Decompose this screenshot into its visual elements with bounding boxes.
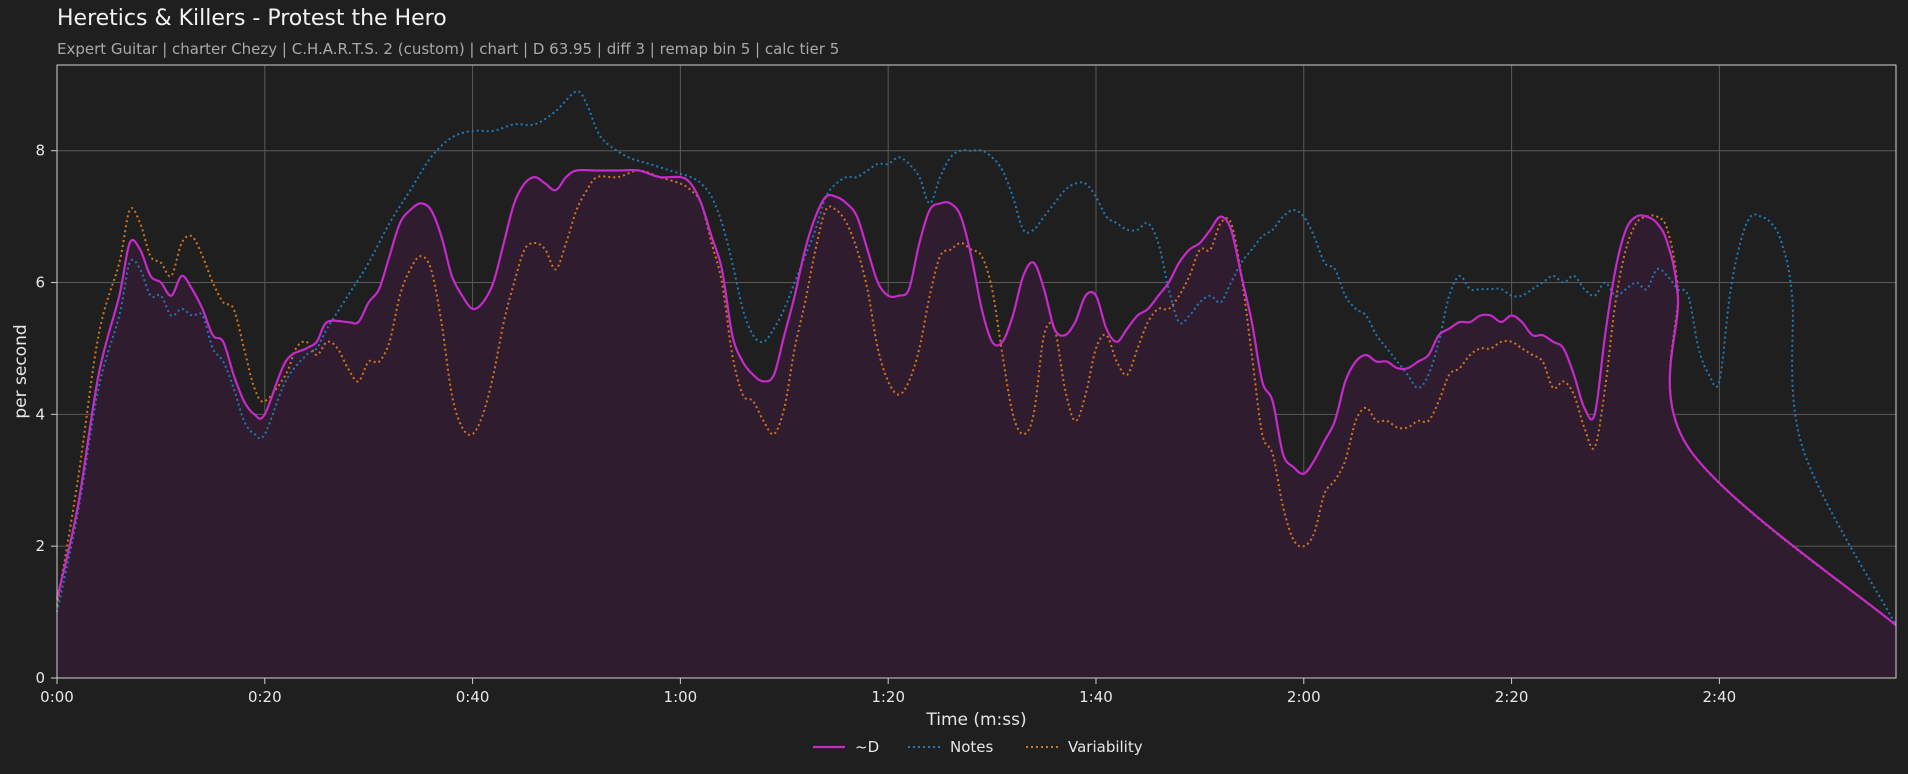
- legend-label-notes: Notes: [950, 738, 994, 756]
- y-tick-label: 2: [35, 537, 45, 555]
- y-tick-label: 0: [35, 669, 45, 687]
- x-axis: 0:00 0:20 0:40 1:00 1:20 1:40 2:00 2:20 2:40: [40, 678, 1736, 706]
- y-tick-label: 6: [35, 274, 45, 292]
- x-tick-label: 0:20: [248, 688, 282, 706]
- y-axis-label: per second: [11, 324, 31, 418]
- x-tick-label: 0:40: [456, 688, 490, 706]
- x-axis-label: Time (m:ss): [925, 710, 1026, 730]
- chart-canvas: 0:00 0:20 0:40 1:00 1:20 1:40 2:00 2:20 2:40 0 2 4…: [11, 64, 1897, 756]
- x-tick-label: 1:00: [664, 688, 698, 706]
- x-tick-label: 2:00: [1287, 688, 1321, 706]
- x-tick-label: 0:00: [40, 688, 74, 706]
- legend-label-variability: Variability: [1068, 738, 1143, 756]
- y-tick-label: 4: [35, 405, 45, 423]
- x-tick-label: 1:20: [871, 688, 905, 706]
- legend: ~D Notes Variability: [813, 738, 1143, 756]
- x-tick-label: 2:40: [1703, 688, 1737, 706]
- x-tick-label: 1:40: [1079, 688, 1113, 706]
- legend-label-d: ~D: [855, 738, 879, 756]
- y-tick-label: 8: [35, 142, 45, 160]
- y-axis: 0 2 4 6 8: [35, 142, 57, 687]
- x-tick-label: 2:20: [1495, 688, 1529, 706]
